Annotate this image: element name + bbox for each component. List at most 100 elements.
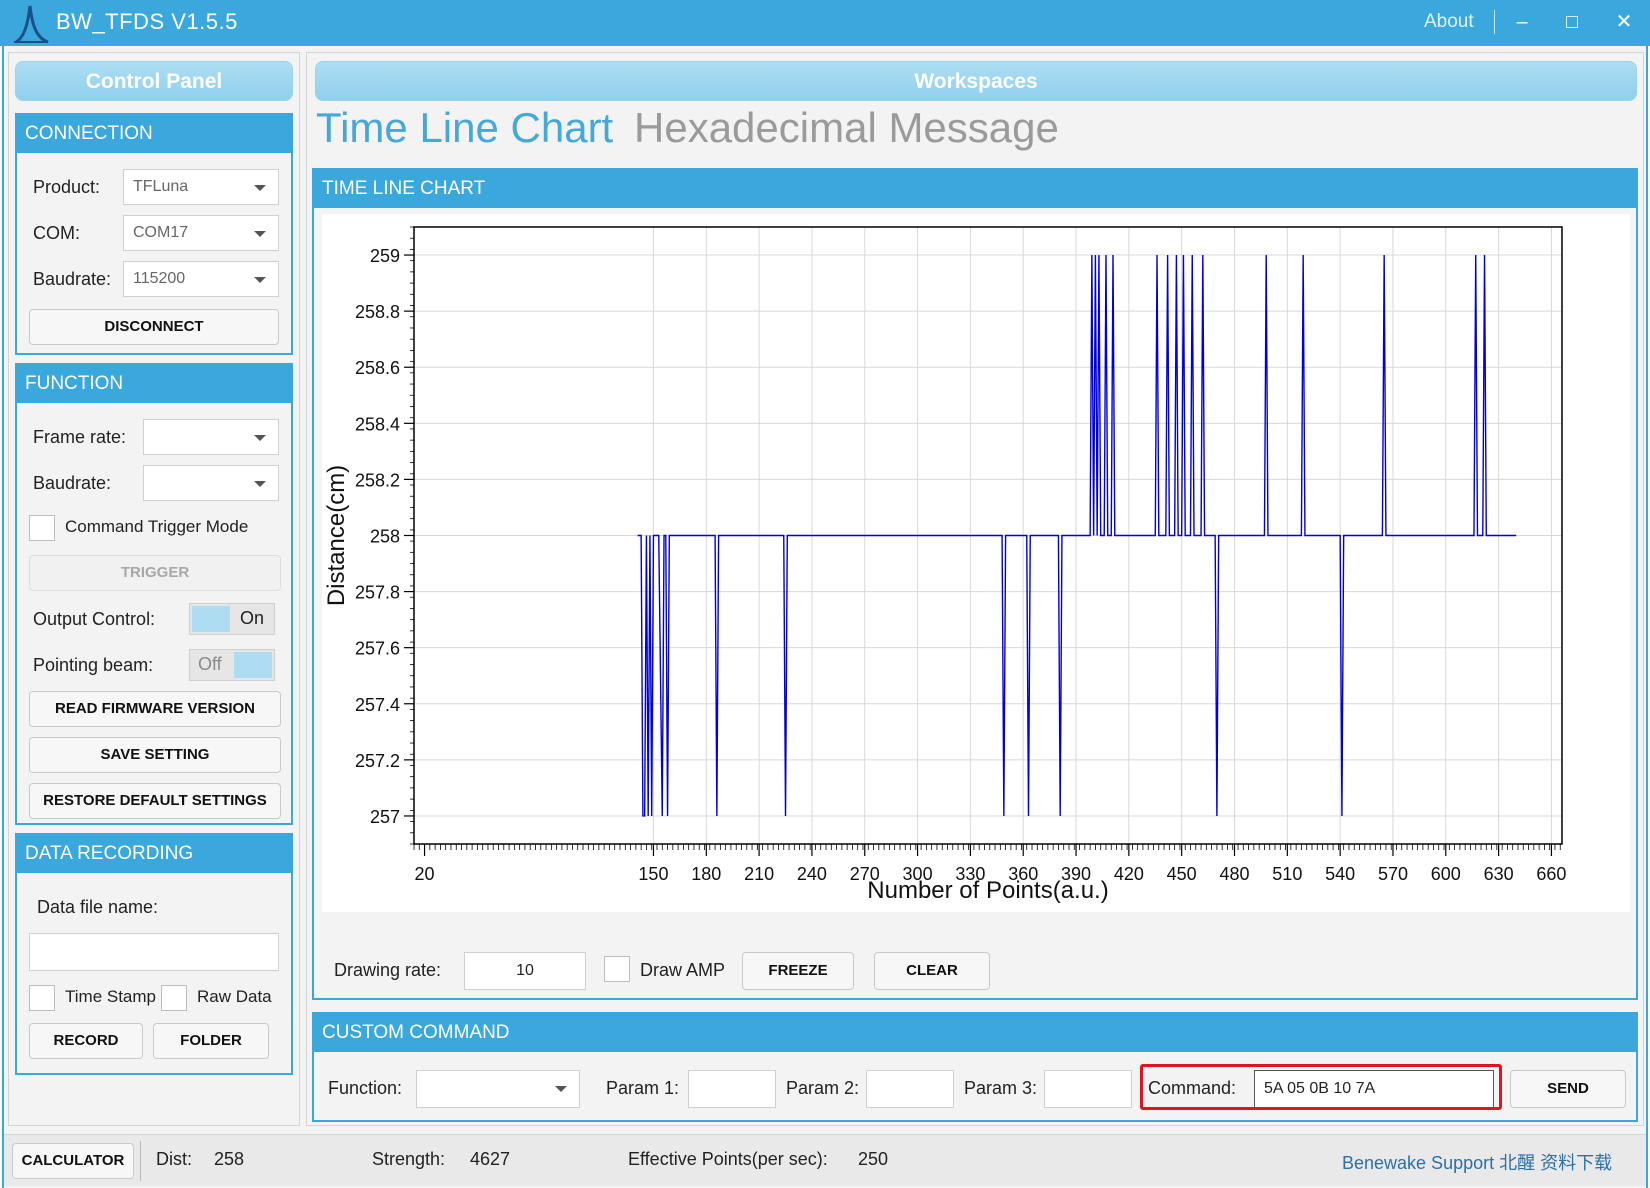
param1-input[interactable] [688,1070,776,1108]
strength-label: Strength: [372,1149,446,1169]
chevron-down-icon [254,185,266,191]
func-baudrate-label: Baudrate: [33,473,112,493]
y-tick-label: 258 [370,527,400,547]
com-value: COM17 [133,224,189,241]
draw-amp-checkbox[interactable] [604,956,630,982]
effective-points-label: Effective Points(per sec): [628,1149,828,1169]
chevron-down-icon [254,435,266,441]
output-control-toggle[interactable]: On [189,603,275,635]
y-tick-label: 257.2 [355,751,400,771]
y-tick-label: 257.8 [355,583,400,603]
read-firmware-button[interactable]: READ FIRMWARE VERSION [29,691,281,727]
pointing-beam-toggle[interactable]: Off [189,649,275,681]
x-tick-label: 150 [638,864,668,884]
tab-time-line-chart[interactable]: Time Line Chart [316,104,613,152]
product-label: Product: [33,177,101,197]
frame-rate-select[interactable] [143,419,279,455]
close-icon[interactable]: ✕ [1610,8,1638,36]
drawing-rate-input[interactable]: 10 [464,952,586,990]
toggle-knob [192,606,230,632]
param2-label: Param 2: [786,1078,860,1098]
control-panel-title: Control Panel [15,61,293,101]
time-line-chart-header: TIME LINE CHART [314,170,1636,208]
status-bar: CALCULATOR Dist: 258 Strength: 4627 Effe… [4,1134,1646,1186]
x-tick-label: 210 [744,864,774,884]
strength-value: 4627 [470,1149,511,1169]
chevron-down-icon [254,231,266,237]
folder-button[interactable]: FOLDER [153,1023,269,1059]
function-header: FUNCTION [17,365,291,403]
calculator-button[interactable]: CALCULATOR [12,1143,134,1179]
x-tick-label: 180 [691,864,721,884]
output-control-label: Output Control: [33,609,156,629]
y-tick-label: 258.8 [355,302,400,322]
custom-command-header: CUSTOM COMMAND [314,1014,1636,1052]
disconnect-button[interactable]: DISCONNECT [29,309,279,345]
save-setting-button[interactable]: SAVE SETTING [29,737,281,773]
data-recording-group: DATA RECORDING Data file name: Time Stam… [15,833,293,1075]
pointing-beam-label: Pointing beam: [33,655,154,675]
x-tick-label: 450 [1167,864,1197,884]
y-tick-label: 257 [370,807,400,827]
param3-input[interactable] [1044,1070,1132,1108]
function-label: Function: [328,1078,403,1098]
x-tick-label: 540 [1325,864,1355,884]
product-select[interactable]: TFLuna [123,169,279,205]
about-link[interactable]: About [1424,11,1474,33]
func-baudrate-select[interactable] [143,465,279,501]
y-tick-label: 258.6 [355,358,400,378]
function-select[interactable] [416,1070,580,1108]
x-tick-label: 480 [1219,864,1249,884]
connection-header: CONNECTION [17,115,291,153]
benewake-logo-icon [14,5,49,44]
benewake-support-link[interactable]: Benewake Support 北醒 资料下载 [1342,1149,1612,1175]
title-bar: BW_TFDS V1.5.5 About – □ ✕ [0,0,1650,46]
trigger-button[interactable]: TRIGGER [29,555,281,591]
drawing-rate-label: Drawing rate: [334,960,442,980]
restore-default-button[interactable]: RESTORE DEFAULT SETTINGS [29,783,281,819]
x-tick-label: 20 [415,864,435,884]
command-input[interactable]: 5A 05 0B 10 7A [1254,1070,1494,1108]
x-tick-label: 660 [1536,864,1566,884]
clear-button[interactable]: CLEAR [874,952,990,990]
control-panel: Control Panel CONNECTION Product: TFLuna… [8,52,300,1126]
x-tick-label: 600 [1431,864,1461,884]
raw-data-checkbox[interactable] [161,985,187,1011]
y-tick-label: 258.4 [355,414,400,434]
param1-label: Param 1: [606,1078,680,1098]
data-recording-header: DATA RECORDING [17,835,291,873]
connection-group: CONNECTION Product: TFLuna COM: COM17 Ba… [15,113,293,355]
chevron-down-icon [254,481,266,487]
window-title: BW_TFDS V1.5.5 [56,9,238,34]
command-trigger-label: Command Trigger Mode [65,517,249,536]
product-value: TFLuna [133,178,189,195]
freeze-button[interactable]: FREEZE [742,952,854,990]
command-trigger-checkbox[interactable] [29,515,55,541]
function-group: FUNCTION Frame rate: Baudrate: Command T… [15,363,293,825]
frame-rate-label: Frame rate: [33,427,127,447]
data-file-name-label: Data file name: [37,897,159,917]
tab-hexadecimal-message[interactable]: Hexadecimal Message [634,104,1059,152]
output-control-state: On [240,608,265,628]
chevron-down-icon [555,1086,567,1092]
effective-points-value: 250 [858,1149,889,1169]
x-tick-label: 570 [1378,864,1408,884]
com-label: COM: [33,223,80,243]
conn-baudrate-value: 115200 [133,270,186,287]
chart-background [322,214,1630,912]
y-axis-label: Distance(cm) [323,465,350,606]
x-tick-label: 240 [797,864,827,884]
time-stamp-checkbox[interactable] [29,985,55,1011]
x-tick-label: 420 [1114,864,1144,884]
param2-input[interactable] [866,1070,954,1108]
y-tick-label: 257.6 [355,639,400,659]
send-button[interactable]: SEND [1510,1070,1626,1108]
conn-baudrate-select[interactable]: 115200 [123,261,279,297]
data-file-name-input[interactable] [29,933,279,971]
maximize-icon[interactable]: □ [1558,8,1586,36]
record-button[interactable]: RECORD [29,1023,143,1059]
minimize-icon[interactable]: – [1508,8,1536,36]
dist-label: Dist: [156,1149,192,1169]
time-line-chart-group: TIME LINE CHART 257 257.2 257.4 257.6 257.8 2… [312,168,1638,1000]
com-select[interactable]: COM17 [123,215,279,251]
